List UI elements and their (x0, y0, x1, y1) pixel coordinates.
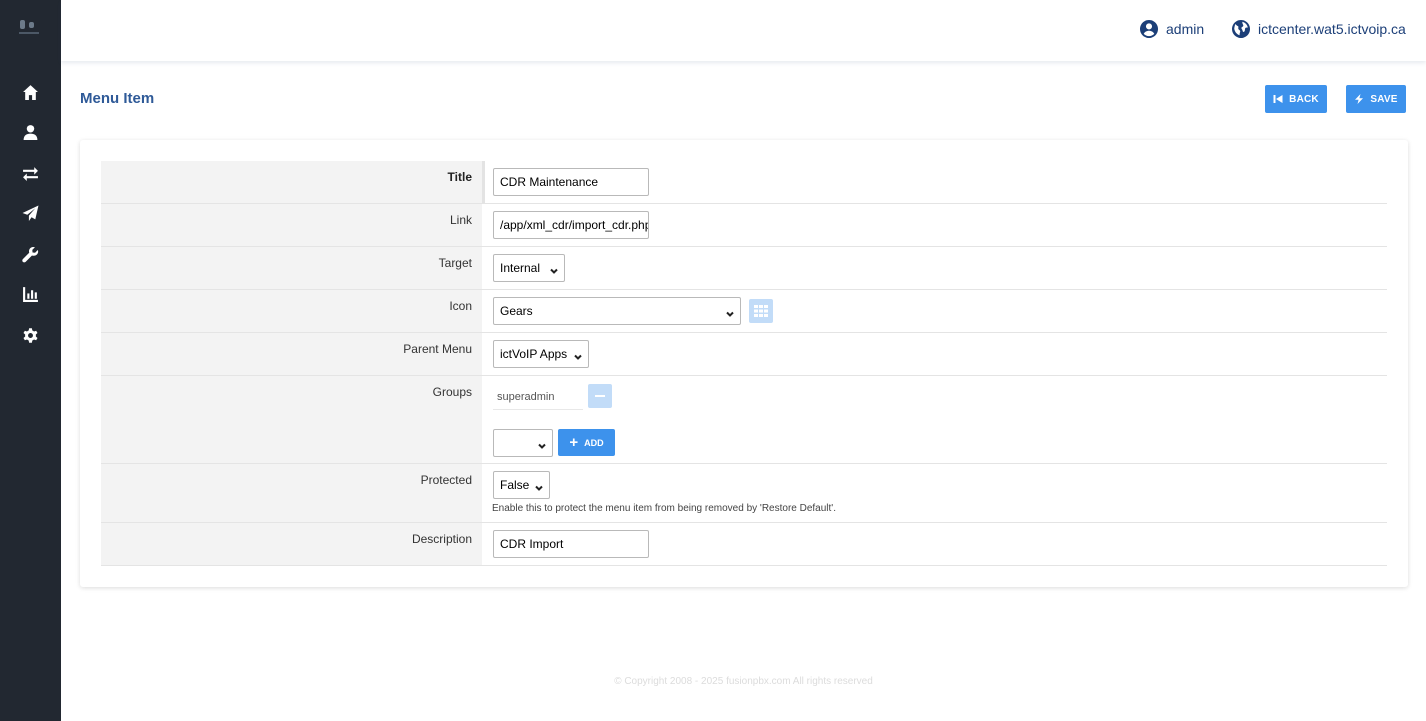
form-row-groups: Groups superadmin + ADD (101, 376, 1387, 464)
form-row-description: Description CDR Import (101, 523, 1387, 566)
save-button-label: SAVE (1370, 93, 1398, 105)
wrench-icon[interactable] (0, 238, 61, 270)
parent-menu-select-value: ictVoIP Apps (500, 347, 568, 361)
chevron-down-icon (550, 264, 558, 274)
parent-menu-select[interactable]: ictVoIP Apps (493, 340, 589, 368)
add-group-button[interactable]: + ADD (558, 429, 615, 456)
form-row-icon: Icon Gears (101, 290, 1387, 333)
description-input[interactable]: CDR Import (493, 530, 649, 558)
target-select[interactable]: Internal (493, 254, 565, 282)
parent-menu-label: Parent Menu (101, 333, 485, 375)
save-button[interactable]: SAVE (1346, 85, 1406, 113)
user-menu[interactable]: admin (1140, 20, 1204, 38)
fusionpbx-logo-icon[interactable] (18, 18, 40, 38)
link-input[interactable]: /app/xml_cdr/import_cdr.php (493, 211, 649, 239)
user-name: admin (1166, 21, 1205, 37)
sidebar (0, 0, 61, 721)
page-title: Menu Item (80, 90, 155, 107)
minus-icon (595, 395, 605, 397)
remove-group-button[interactable] (588, 384, 612, 408)
target-select-value: Internal (500, 261, 541, 275)
protected-hint: Enable this to protect the menu item fro… (492, 503, 836, 514)
back-button-label: BACK (1289, 93, 1319, 105)
top-header: admin ictcenter.wat5.ictvoip.ca (61, 0, 1426, 61)
domain-name: ictcenter.wat5.ictvoip.ca (1258, 21, 1406, 37)
chart-icon[interactable] (0, 278, 61, 310)
user-icon[interactable] (0, 116, 61, 148)
groups-label: Groups (101, 376, 485, 463)
title-input[interactable]: CDR Maintenance (493, 168, 649, 196)
group-item: superadmin (493, 384, 583, 410)
link-label: Link (101, 204, 485, 246)
plus-icon: + (569, 433, 579, 451)
back-icon (1273, 95, 1283, 103)
domain-menu[interactable]: ictcenter.wat5.ictvoip.ca (1232, 20, 1406, 38)
icon-label: Icon (101, 290, 485, 332)
form-row-parent-menu: Parent Menu ictVoIP Apps (101, 333, 1387, 376)
add-group-label: ADD (584, 437, 604, 448)
protected-select-value: False (500, 478, 530, 492)
chevron-down-icon (726, 307, 734, 317)
exchange-icon[interactable] (0, 157, 61, 189)
protected-select[interactable]: False (493, 471, 550, 499)
paper-plane-icon[interactable] (0, 197, 61, 229)
form-row-protected: Protected False Enable this to protect t… (101, 464, 1387, 523)
icon-select[interactable]: Gears (493, 297, 741, 325)
target-label: Target (101, 247, 485, 289)
icon-picker-button[interactable] (749, 299, 773, 323)
gear-icon[interactable] (0, 319, 61, 351)
back-button[interactable]: BACK (1265, 85, 1327, 113)
grid-icon (754, 305, 768, 317)
home-icon[interactable] (0, 76, 61, 108)
footer-copyright: © Copyright 2008 - 2025 fusionpbx.com Al… (614, 676, 873, 687)
form-row-title: Title CDR Maintenance (101, 161, 1387, 204)
form-row-target: Target Internal (101, 247, 1387, 290)
chevron-down-icon (574, 350, 582, 360)
description-label: Description (101, 523, 485, 565)
icon-select-value: Gears (500, 304, 533, 318)
bolt-icon (1355, 94, 1364, 104)
chevron-down-icon (538, 439, 546, 449)
form-row-link: Link /app/xml_cdr/import_cdr.php (101, 204, 1387, 247)
title-label: Title (101, 161, 485, 203)
user-circle-icon (1140, 20, 1158, 38)
group-select[interactable] (493, 429, 553, 457)
chevron-down-icon (535, 481, 544, 491)
protected-label: Protected (101, 464, 485, 522)
globe-icon (1232, 20, 1250, 38)
